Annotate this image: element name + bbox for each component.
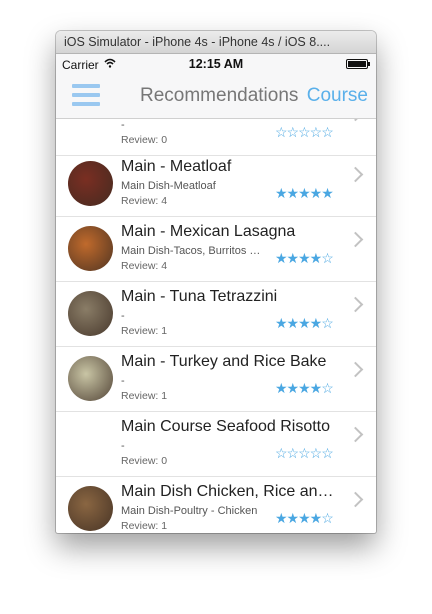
recipe-thumbnail	[68, 486, 113, 531]
status-bar: Carrier 12:15 AM	[56, 54, 376, 74]
star-rating: ★★★★☆	[275, 250, 334, 266]
star-rating: ☆☆☆☆☆	[275, 445, 334, 461]
star-rating: ★★★★☆	[275, 315, 334, 331]
recipe-subtitle: Main Dish-Meatloaf	[121, 180, 216, 192]
menu-icon[interactable]	[72, 84, 100, 106]
recipe-subtitle: Main Dish-Poultry - Chicken	[121, 505, 258, 517]
recipe-thumbnail	[68, 226, 113, 271]
list-item[interactable]: Main - Tuna Tetrazzini - Review: 1 ★★★★☆	[56, 281, 376, 347]
list-item[interactable]: Main - Mexican Lasagna Main Dish-Tacos, B…	[56, 216, 376, 282]
recipe-title: Main Course Seafood Risotto	[121, 418, 330, 435]
recipe-thumbnail	[68, 356, 113, 401]
navigation-bar: Recommendations Course	[56, 74, 376, 119]
review-count: Review: 0	[121, 455, 168, 467]
chevron-right-icon	[347, 426, 364, 443]
recipe-subtitle: -	[121, 119, 125, 131]
recipe-title: Main - Turkey and Rice Bake	[121, 353, 327, 370]
recipe-list[interactable]: - Review: 0 ☆☆☆☆☆ Main - Meatloaf Main Dish-…	[56, 119, 376, 533]
chevron-right-icon	[347, 491, 364, 508]
chevron-right-icon	[347, 119, 364, 122]
simulator-window: iOS Simulator - iPhone 4s - iPhone 4s / …	[56, 31, 376, 533]
review-count: Review: 1	[121, 390, 168, 402]
review-count: Review: 4	[121, 195, 168, 207]
list-item[interactable]: Main Course Seafood Risotto - Review: 0 ☆☆☆…	[56, 411, 376, 477]
review-count: Review: 4	[121, 260, 168, 272]
review-count: Review: 1	[121, 520, 168, 532]
list-item[interactable]: Main Dish Chicken, Rice and Broccoli Main…	[56, 476, 376, 533]
recipe-subtitle: -	[121, 440, 125, 452]
chevron-right-icon	[347, 166, 364, 183]
status-time: 12:15 AM	[188, 57, 244, 71]
star-rating: ★★★★☆	[275, 510, 334, 526]
battery-icon	[346, 59, 370, 69]
chevron-right-icon	[347, 361, 364, 378]
recipe-title: Main - Meatloaf	[121, 158, 232, 175]
recipe-subtitle: -	[121, 375, 125, 387]
list-item[interactable]: Main - Meatloaf Main Dish-Meatloaf Review:…	[56, 151, 376, 217]
chevron-right-icon	[347, 296, 364, 313]
recipe-title: Main - Tuna Tetrazzini	[121, 288, 278, 305]
nav-title: Recommendations	[140, 85, 299, 106]
recipe-subtitle: -	[121, 310, 125, 322]
list-item[interactable]: Main - Turkey and Rice Bake - Review: 1 ★★★…	[56, 346, 376, 412]
review-count: Review: 0	[121, 134, 168, 146]
recipe-subtitle: Main Dish-Tacos, Burritos and Enchiladas	[121, 245, 266, 257]
star-rating: ★★★★☆	[275, 380, 334, 396]
window-title: iOS Simulator - iPhone 4s - iPhone 4s / …	[56, 31, 376, 54]
recipe-thumbnail	[68, 161, 113, 206]
recipe-thumbnail	[68, 291, 113, 336]
chevron-right-icon	[347, 231, 364, 248]
recipe-title: Main - Mexican Lasagna	[121, 223, 296, 240]
review-count: Review: 1	[121, 325, 168, 337]
recipe-title: Main Dish Chicken, Rice and Broccoli	[121, 483, 341, 500]
star-rating: ☆☆☆☆☆	[275, 124, 334, 140]
star-rating: ★★★★★	[275, 185, 334, 201]
course-button[interactable]: Course	[307, 85, 368, 107]
